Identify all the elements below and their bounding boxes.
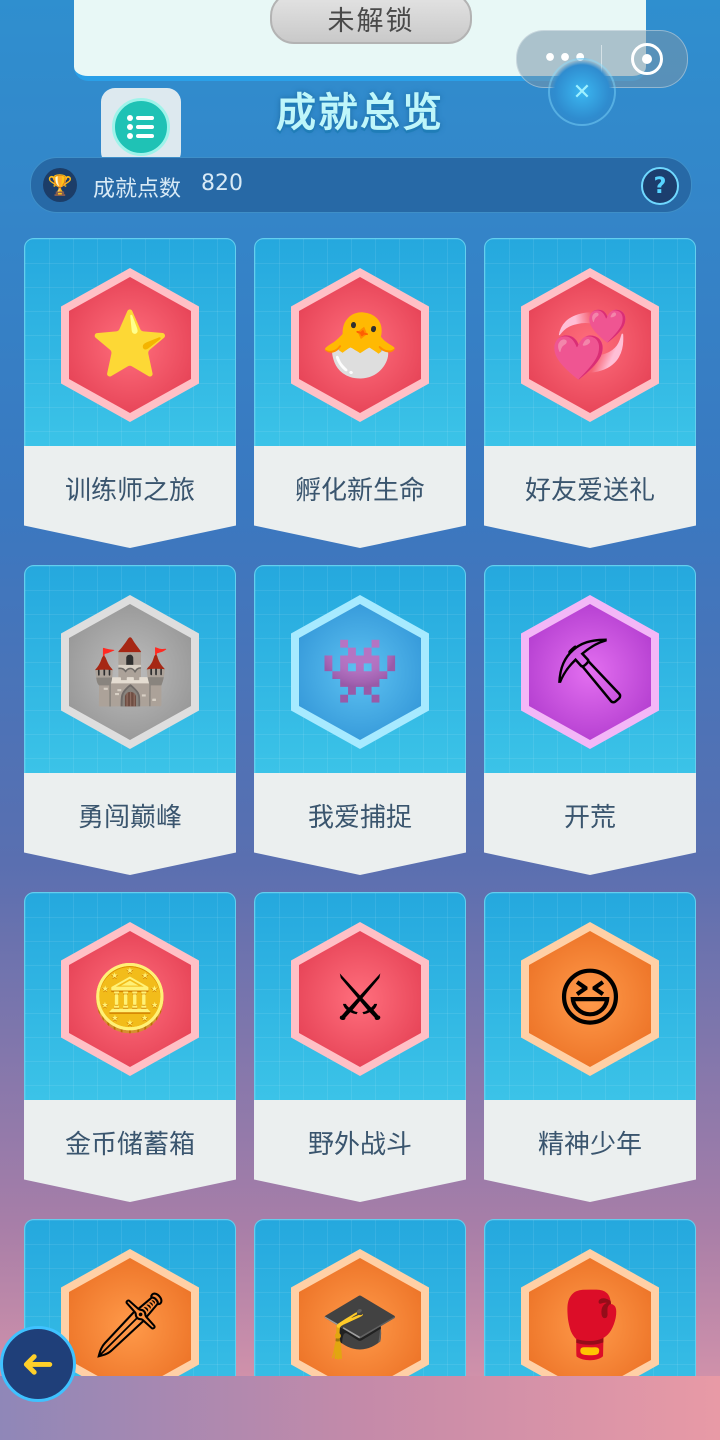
close-miniprogram-icon[interactable] <box>631 43 663 75</box>
achievement-points-bar: 🏆 成就点数 820 ? <box>30 157 692 213</box>
card-label: 金币储蓄箱 <box>64 1130 195 1160</box>
card-label: 野外战斗 <box>307 1130 412 1160</box>
achievement-card[interactable]: ⭐ 训练师之旅 <box>24 238 236 548</box>
card-label: 训练师之旅 <box>64 476 195 506</box>
page-title: 成就总览 <box>276 90 444 136</box>
achievement-card[interactable]: 🪙 金币储蓄箱 <box>24 892 236 1202</box>
achievement-card[interactable]: 🏰 勇闯巅峰 <box>24 565 236 875</box>
card-label: 好友爱送礼 <box>524 476 655 506</box>
card-label: 勇闯巅峰 <box>77 803 182 833</box>
close-icon[interactable]: ✕ <box>548 58 616 126</box>
card-label: 孵化新生命 <box>294 476 425 506</box>
card-label: 开荒 <box>563 803 616 833</box>
points-label: 成就点数 <box>93 177 182 202</box>
card-label: 我爱捕捉 <box>307 803 412 833</box>
menu-button[interactable] <box>101 88 181 166</box>
achievement-card[interactable]: ⚔ 野外战斗 <box>254 892 466 1202</box>
achievement-card[interactable]: 🎓 <box>254 1219 466 1376</box>
gold-coin-icon: 🪙 <box>90 962 170 1036</box>
pickaxe-crystal-icon: ⛏ <box>549 635 631 709</box>
locked-button[interactable]: 未解锁 <box>270 0 472 44</box>
achievement-card[interactable]: 😆 精神少年 <box>484 892 696 1202</box>
achievement-card[interactable]: ⛏ 开荒 <box>484 565 696 875</box>
castle-shield-icon: 🏰 <box>90 635 170 709</box>
back-button[interactable]: ➜ <box>0 1326 76 1402</box>
trophy-icon: 🏆 <box>43 168 77 202</box>
help-button[interactable]: ? <box>641 167 679 205</box>
back-arrow-icon: ➜ <box>21 1341 55 1387</box>
purple-monster-icon: 👾 <box>320 635 400 709</box>
laughing-boy-clock-icon: 😆 <box>556 962 624 1036</box>
hatching-chick-icon: 🐣 <box>320 308 400 382</box>
list-icon <box>112 98 170 156</box>
graduate-monster-icon: 🎓 <box>320 1289 400 1363</box>
boxing-gloves-icon: 🥊 <box>550 1289 630 1363</box>
crossed-swords-crown-icon: ⚔ <box>331 962 389 1036</box>
achievement-card[interactable]: 💞 好友爱送礼 <box>484 238 696 548</box>
points-value: 820 <box>201 171 243 196</box>
achievement-card[interactable]: 🐣 孵化新生命 <box>254 238 466 548</box>
bottom-strip <box>0 1376 720 1440</box>
achievement-card[interactable]: 🥊 <box>484 1219 696 1376</box>
bunny-friends-icon: 💞 <box>550 308 630 382</box>
achievement-card[interactable]: 👾 我爱捕捉 <box>254 565 466 875</box>
winged-sword-icon: 🗡 <box>89 1289 171 1363</box>
card-label: 精神少年 <box>537 1130 642 1160</box>
star-badge-icon: ⭐ <box>90 308 170 382</box>
